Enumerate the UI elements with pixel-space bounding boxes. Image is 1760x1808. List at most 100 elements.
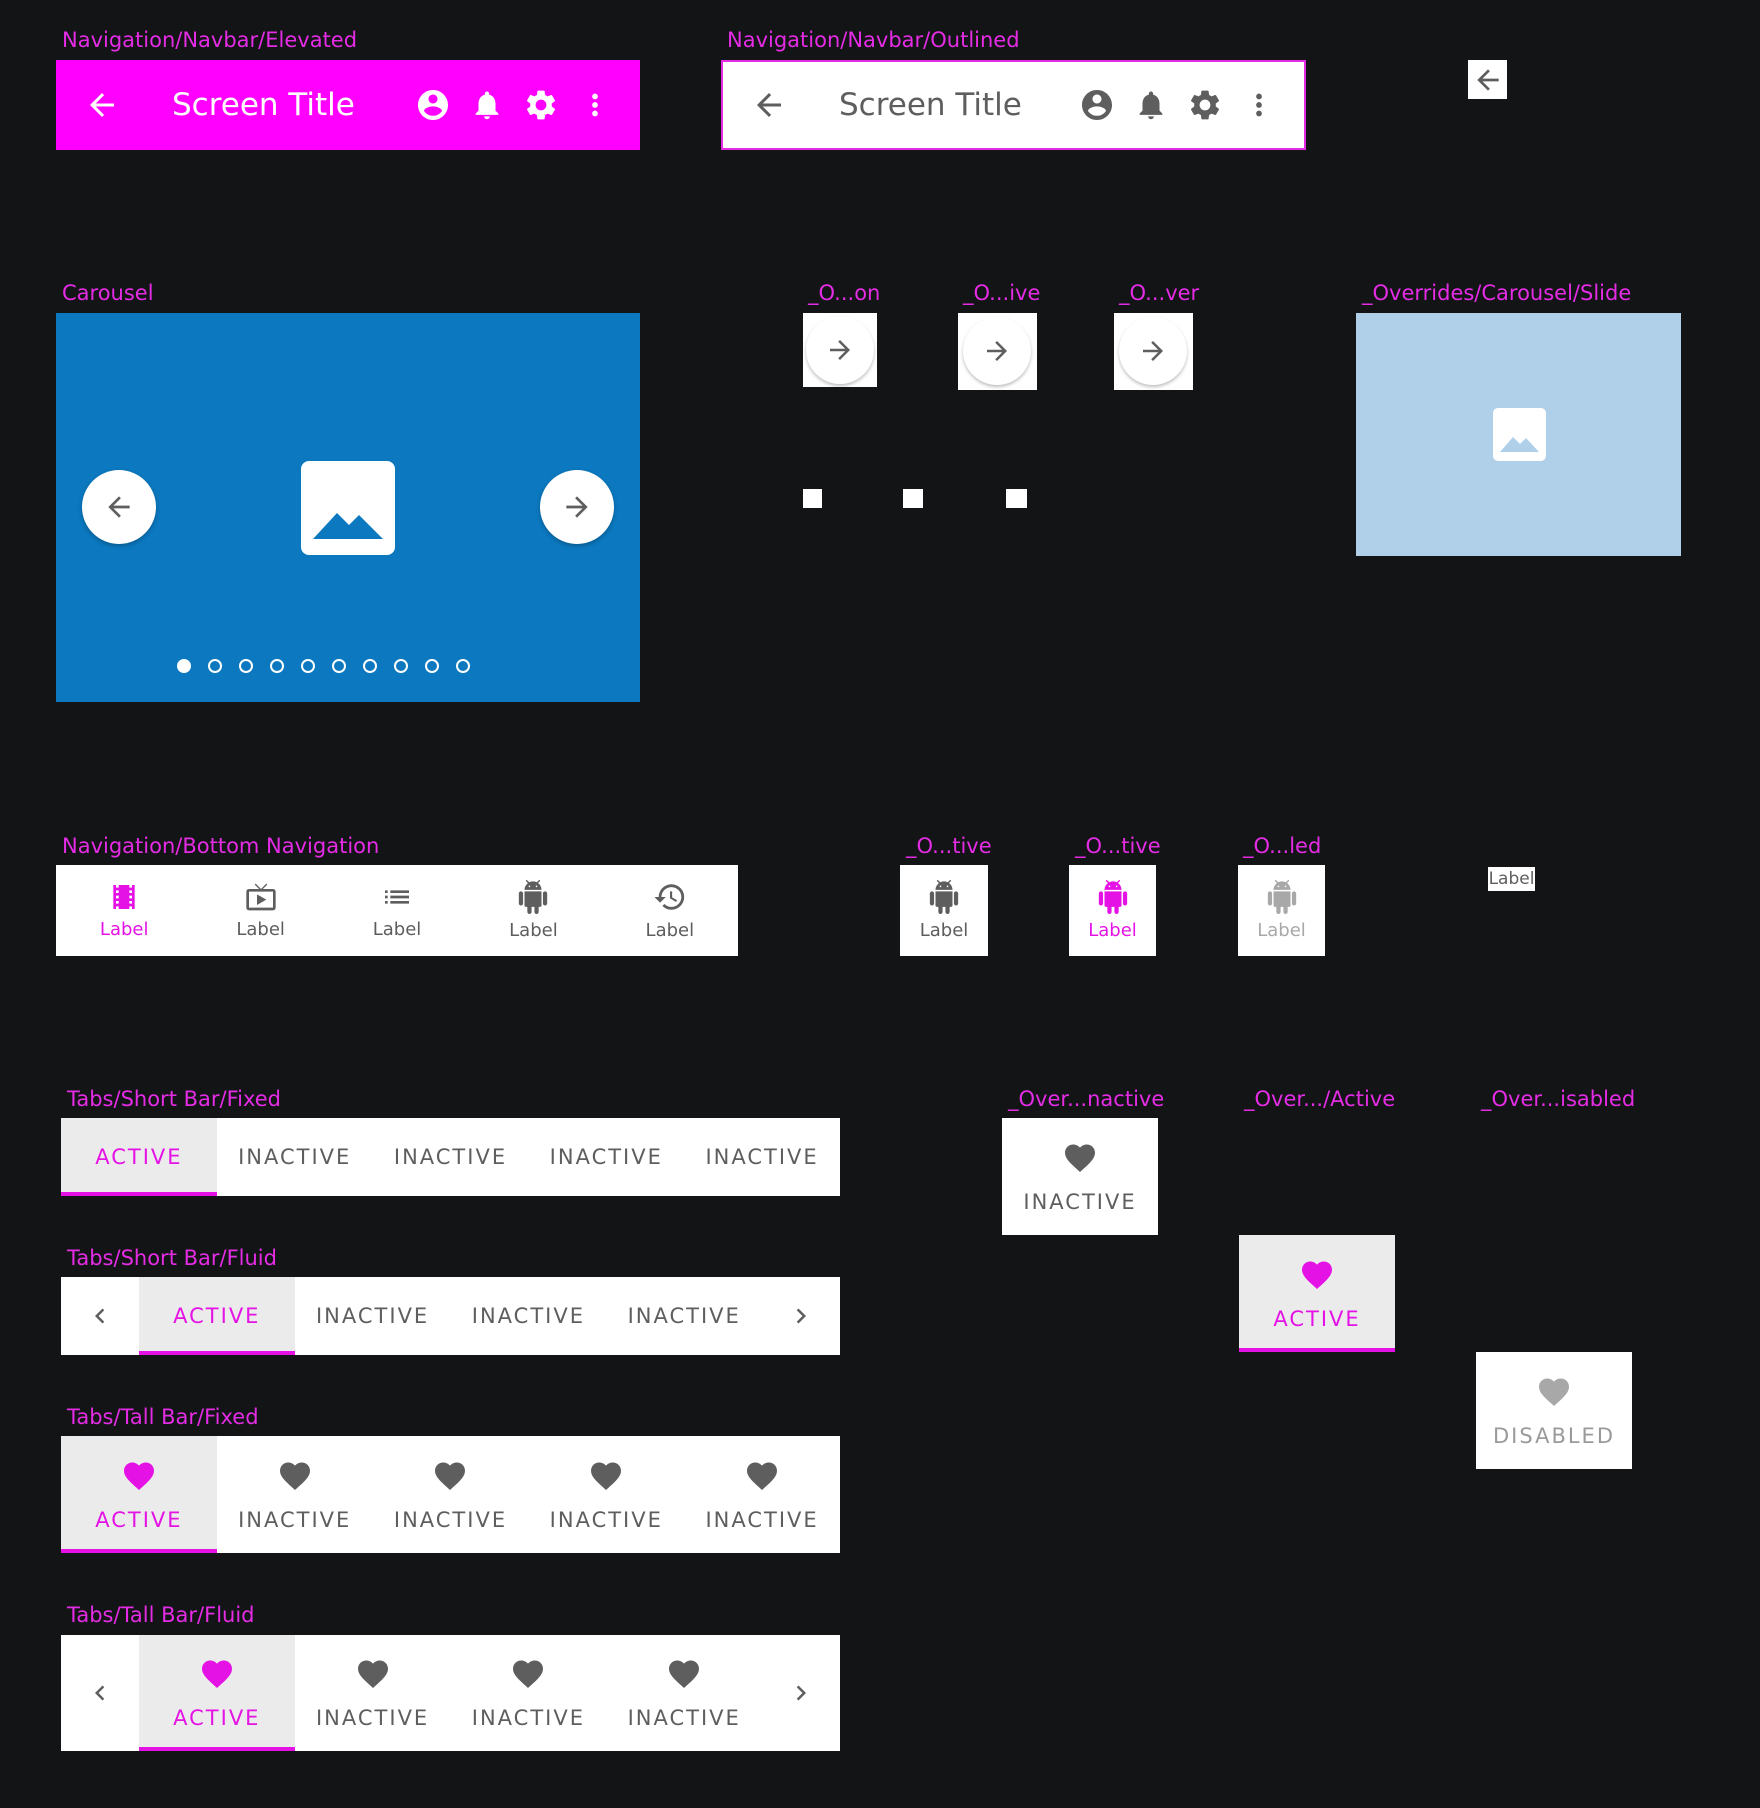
- arrow-back-icon[interactable]: [84, 87, 120, 123]
- pagination-dot[interactable]: [425, 659, 439, 673]
- bottom-nav-item-active[interactable]: Label: [56, 865, 192, 956]
- heart-icon: [432, 1458, 468, 1494]
- override-button-default[interactable]: [803, 313, 877, 387]
- back-button-override[interactable]: [1468, 60, 1507, 99]
- tabs-scroll-right-button[interactable]: [762, 1277, 840, 1355]
- frame-label-override-hover: _O...ver: [1119, 281, 1200, 305]
- tab-inactive[interactable]: INACTIVE: [528, 1436, 684, 1553]
- tab-inactive[interactable]: INACTIVE: [295, 1277, 451, 1355]
- tab-inactive[interactable]: INACTIVE: [606, 1277, 762, 1355]
- pagination-dot-override[interactable]: [903, 489, 923, 508]
- bottom-nav-item[interactable]: Label: [465, 865, 601, 956]
- pagination-dot[interactable]: [301, 659, 315, 673]
- account-circle-icon[interactable]: [1079, 87, 1115, 123]
- pagination-dot[interactable]: [239, 659, 253, 673]
- override-button-hover[interactable]: [1114, 313, 1193, 390]
- tab-label: INACTIVE: [627, 1304, 741, 1328]
- android-icon: [516, 880, 550, 914]
- tab-override-active[interactable]: ACTIVE: [1239, 1235, 1395, 1352]
- bell-icon[interactable]: [1134, 88, 1168, 122]
- bottom-nav-override-inactive[interactable]: Label: [900, 865, 988, 956]
- pagination-dot[interactable]: [332, 659, 346, 673]
- bottom-nav-label: Label: [99, 919, 149, 940]
- frame-label-bn-override-inactive: _O...tive: [906, 834, 992, 858]
- pagination-dot[interactable]: [270, 659, 284, 673]
- tab-label: ACTIVE: [173, 1706, 261, 1730]
- pagination-dot[interactable]: [208, 659, 222, 673]
- tab-override-inactive[interactable]: INACTIVE: [1002, 1118, 1158, 1235]
- frame-label-bn-override-disabled: _O...led: [1243, 834, 1322, 858]
- gear-icon[interactable]: [523, 87, 559, 123]
- more-vert-icon[interactable]: [578, 88, 612, 122]
- pagination-dot[interactable]: [363, 659, 377, 673]
- list-icon: [381, 881, 413, 913]
- tab-active[interactable]: ACTIVE: [61, 1118, 217, 1196]
- frame-label-override-active: _O...ive: [963, 281, 1041, 305]
- bottom-navigation: Label Label Label Label Label: [56, 865, 738, 956]
- arrow-back-icon[interactable]: [751, 87, 787, 123]
- heart-icon: [199, 1656, 235, 1692]
- chevron-left-icon: [85, 1678, 115, 1708]
- arrow-forward-icon: [561, 491, 593, 523]
- tab-active[interactable]: ACTIVE: [61, 1436, 217, 1553]
- bottom-nav-item[interactable]: Label: [329, 865, 465, 956]
- tab-inactive[interactable]: INACTIVE: [451, 1635, 607, 1751]
- film-icon: [108, 881, 140, 913]
- bottom-nav-override-active[interactable]: Label: [1069, 865, 1156, 956]
- tabs-scroll-left-button[interactable]: [61, 1635, 139, 1751]
- tab-inactive[interactable]: INACTIVE: [684, 1436, 840, 1553]
- bottom-nav-item[interactable]: Label: [192, 865, 328, 956]
- frame-label-tabs-short-fluid: Tabs/Short Bar/Fluid: [67, 1246, 277, 1270]
- image-placeholder-icon: [1493, 408, 1546, 461]
- pagination-dot[interactable]: [394, 659, 408, 673]
- tab-inactive[interactable]: INACTIVE: [217, 1118, 373, 1196]
- tab-label: INACTIVE: [238, 1145, 352, 1169]
- tabs-scroll-left-button[interactable]: [61, 1277, 139, 1355]
- bottom-nav-label: Label: [509, 920, 558, 941]
- tab-active[interactable]: ACTIVE: [138, 1635, 295, 1751]
- history-icon: [653, 880, 687, 914]
- frame-label-navbar-outlined: Navigation/Navbar/Outlined: [727, 28, 1020, 52]
- tab-inactive[interactable]: INACTIVE: [217, 1436, 373, 1553]
- bottom-nav-label: Label: [645, 920, 695, 941]
- pagination-dot-override[interactable]: [1006, 489, 1027, 508]
- tabs-scroll-right-button[interactable]: [762, 1635, 840, 1751]
- bottom-nav-label: Label: [1088, 920, 1137, 941]
- override-button-active[interactable]: [958, 313, 1037, 390]
- tab-inactive[interactable]: INACTIVE: [451, 1277, 607, 1355]
- carousel-next-button[interactable]: [540, 470, 614, 544]
- gear-icon[interactable]: [1187, 87, 1223, 123]
- carousel-prev-button[interactable]: [82, 470, 156, 544]
- tab-inactive[interactable]: INACTIVE: [528, 1118, 684, 1196]
- more-vert-icon[interactable]: [1242, 88, 1276, 122]
- carousel: [56, 313, 640, 702]
- bell-icon[interactable]: [470, 88, 504, 122]
- tab-active[interactable]: ACTIVE: [138, 1277, 295, 1355]
- tab-inactive[interactable]: INACTIVE: [684, 1118, 840, 1196]
- android-icon: [1096, 880, 1130, 914]
- arrow-forward-icon: [825, 335, 855, 365]
- tab-inactive[interactable]: INACTIVE: [373, 1118, 529, 1196]
- pagination-dot[interactable]: [177, 659, 191, 673]
- chevron-left-icon: [85, 1301, 115, 1331]
- pagination-dot[interactable]: [456, 659, 470, 673]
- tab-label: ACTIVE: [1273, 1306, 1361, 1331]
- tab-override-disabled: DISABLED: [1476, 1352, 1632, 1469]
- tab-label: INACTIVE: [549, 1507, 663, 1532]
- heart-icon: [355, 1656, 391, 1692]
- bottom-nav-item[interactable]: Label: [602, 865, 738, 956]
- bottom-nav-label: Label: [1257, 920, 1306, 941]
- tab-inactive[interactable]: INACTIVE: [295, 1635, 451, 1751]
- tab-label: ACTIVE: [173, 1304, 261, 1328]
- heart-icon: [588, 1458, 624, 1494]
- tab-inactive[interactable]: INACTIVE: [373, 1436, 529, 1553]
- heart-icon: [1536, 1374, 1572, 1410]
- frame-label-tab-override-inactive: _Over...nactive: [1008, 1087, 1165, 1111]
- tab-inactive[interactable]: INACTIVE: [606, 1635, 762, 1751]
- tabs-short-fixed: ACTIVE INACTIVE INACTIVE INACTIVE INACTI…: [61, 1118, 840, 1196]
- carousel-pagination: [177, 659, 470, 673]
- frame-label-override-slide: _Overrides/Carousel/Slide: [1362, 281, 1632, 305]
- pagination-dot-override[interactable]: [803, 489, 822, 508]
- bottom-nav-label: Label: [236, 919, 285, 940]
- account-circle-icon[interactable]: [415, 87, 451, 123]
